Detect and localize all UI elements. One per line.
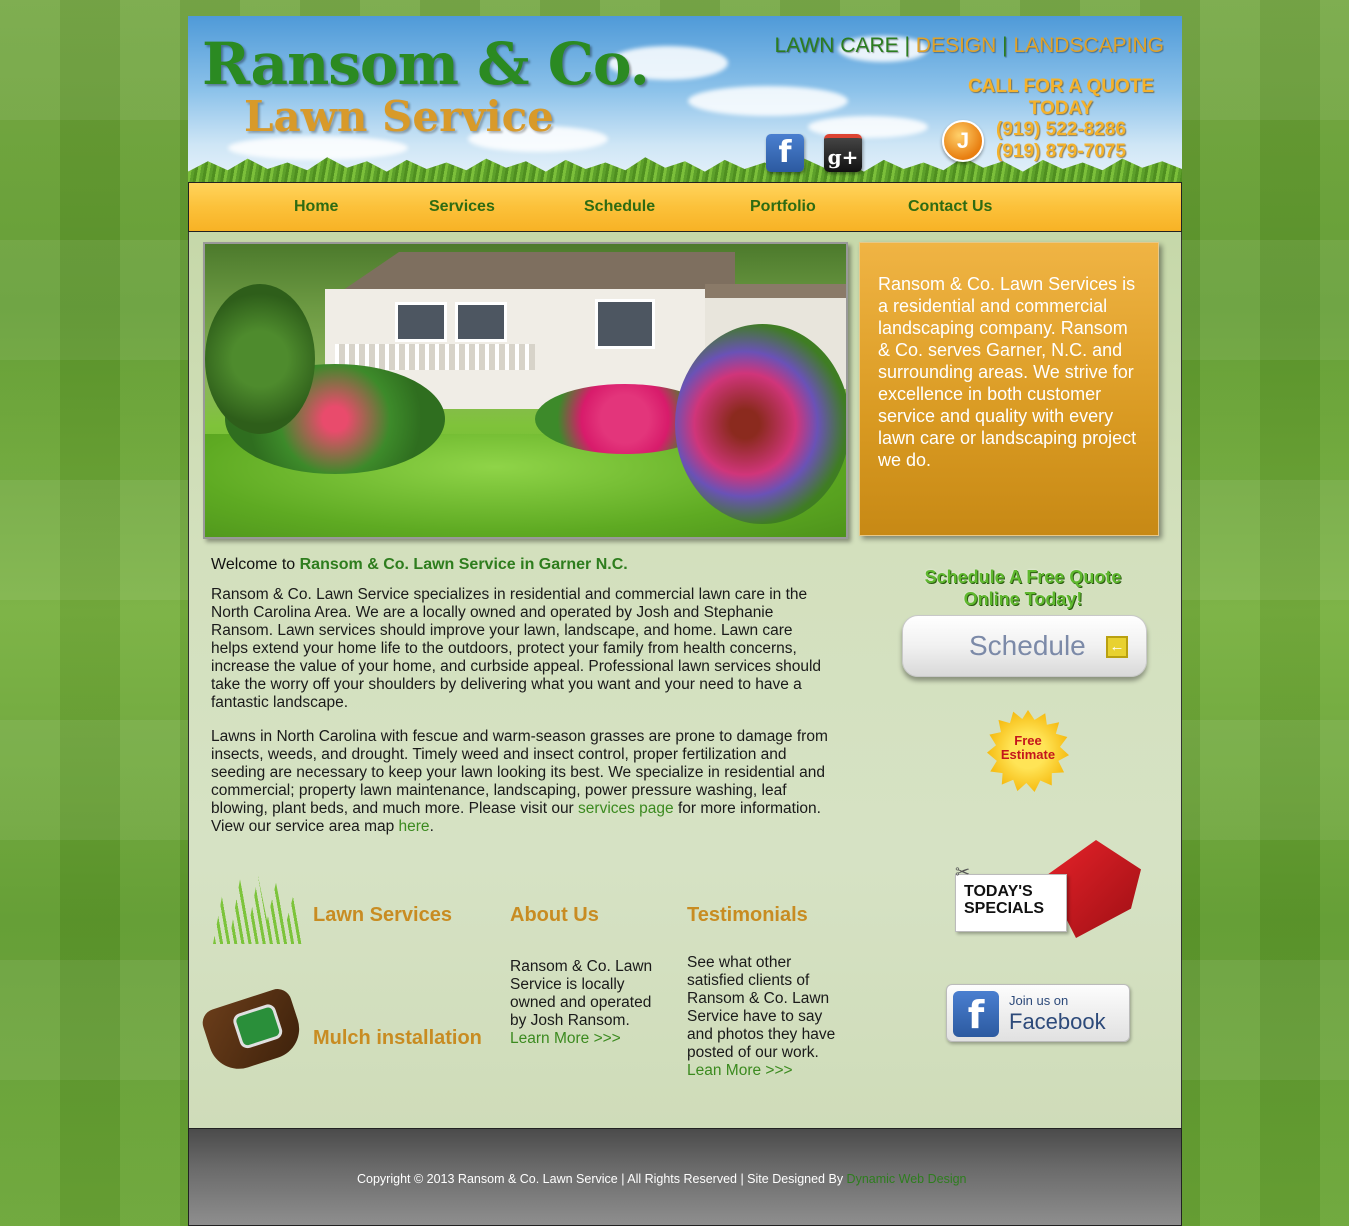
phone-number-2[interactable]: (919) 879-7075 [996, 141, 1126, 163]
header-tagline: LAWN CARE | DESIGN | LANDSCAPING [775, 34, 1164, 58]
hero-house-image [203, 242, 848, 539]
service-area-map-link[interactable]: here [399, 818, 430, 835]
join-us-on-label: Join us on [1009, 993, 1069, 1008]
grass-icon [213, 876, 303, 944]
nav-contact-us[interactable]: Contact Us [908, 198, 992, 216]
schedule-button[interactable]: Schedule ← [902, 615, 1147, 677]
arrow-left-icon: ← [1106, 636, 1128, 658]
call-for-quote: CALL FOR A QUOTE TODAY [948, 76, 1174, 120]
facebook-icon[interactable]: f [766, 134, 804, 172]
nav-home[interactable]: Home [294, 198, 338, 216]
free-estimate-badge[interactable]: Free Estimate [987, 710, 1069, 792]
tagline-separator: | [1002, 34, 1008, 57]
todays-specials-banner[interactable]: TODAY'S SPECIALS ✂ [955, 840, 1145, 940]
tagline-separator: | [904, 34, 910, 57]
scissors-icon: ✂ [955, 862, 971, 882]
facebook-label: Facebook [1009, 1009, 1106, 1034]
site-logo-subtitle[interactable]: Lawn Service [244, 92, 554, 141]
site-header: Ransom & Co. Lawn Service LAWN CARE | DE… [188, 16, 1182, 182]
company-about-box: Ransom & Co. Lawn Services is a resident… [859, 242, 1159, 536]
nav-services[interactable]: Services [429, 198, 495, 216]
intro-paragraph: Ransom & Co. Lawn Service specializes in… [211, 586, 822, 711]
facebook-icon: f [953, 991, 999, 1037]
tagline-lawn-care: LAWN CARE [774, 34, 899, 57]
about-us-heading: About Us [510, 904, 599, 926]
testimonials-learn-more-link[interactable]: Lean More >>> [687, 1062, 793, 1079]
welcome-prefix: Welcome to [211, 556, 300, 573]
lawns-paragraph: Lawns in North Carolina with fescue and … [211, 728, 833, 836]
about-us-body: Ransom & Co. Lawn Service is locally own… [510, 958, 653, 1029]
site-footer: Copyright © 2013 Ransom & Co. Lawn Servi… [188, 1128, 1182, 1226]
call-line1: CALL FOR A QUOTE [967, 76, 1155, 97]
call-line2: TODAY [1028, 98, 1094, 119]
footer-copyright-text: Copyright © 2013 Ransom & Co. Lawn Servi… [357, 1172, 847, 1186]
welcome-heading: Welcome to Ransom & Co. Lawn Service in … [211, 556, 628, 574]
phone-icon: J [942, 120, 984, 162]
phone-numbers: (919) 522-8286 (919) 879-7075 [996, 119, 1126, 163]
free-estimate-label: Free Estimate [1000, 733, 1056, 762]
google-plus-icon[interactable]: g+ [824, 134, 862, 172]
welcome-company: Ransom & Co. Lawn Service in Garner N.C. [299, 556, 628, 573]
lawn-services-heading[interactable]: Lawn Services [313, 904, 452, 927]
main-nav: Home Services Schedule Portfolio Contact… [188, 182, 1182, 232]
todays-specials-label: TODAY'S SPECIALS [955, 874, 1067, 932]
testimonials-heading: Testimonials [687, 904, 808, 926]
about-learn-more-link[interactable]: Learn More >>> [510, 1030, 621, 1047]
tagline-design: DESIGN [915, 34, 997, 57]
schedule-button-label: Schedule [969, 630, 1086, 661]
nav-portfolio[interactable]: Portfolio [750, 198, 816, 216]
nav-schedule[interactable]: Schedule [584, 198, 655, 216]
tagline-landscaping: LANDSCAPING [1013, 34, 1164, 57]
main-content: Ransom & Co. Lawn Services is a resident… [188, 232, 1182, 1128]
testimonials-body: See what other satisfied clients of Rans… [687, 954, 836, 1061]
about-us-text: Ransom & Co. Lawn Service is locally own… [510, 958, 670, 1048]
phone-number-1[interactable]: (919) 522-8286 [996, 119, 1126, 141]
join-facebook-button[interactable]: f Join us on Facebook [946, 984, 1130, 1042]
schedule-caption: Schedule A Free Quote Online Today! [924, 567, 1122, 609]
mulch-installation-heading[interactable]: Mulch installation [313, 1027, 482, 1050]
lawns-text-c: . [429, 818, 434, 835]
mulch-bag-icon [199, 985, 307, 1077]
page-wrapper: Ransom & Co. Lawn Service LAWN CARE | DE… [188, 16, 1182, 1226]
footer-copyright: Copyright © 2013 Ransom & Co. Lawn Servi… [357, 1171, 977, 1187]
services-page-link[interactable]: services page [578, 800, 674, 817]
site-logo-title[interactable]: Ransom & Co. [202, 30, 650, 98]
designer-link[interactable]: Dynamic Web Design [847, 1172, 967, 1186]
testimonials-text: See what other satisfied clients of Rans… [687, 954, 847, 1080]
